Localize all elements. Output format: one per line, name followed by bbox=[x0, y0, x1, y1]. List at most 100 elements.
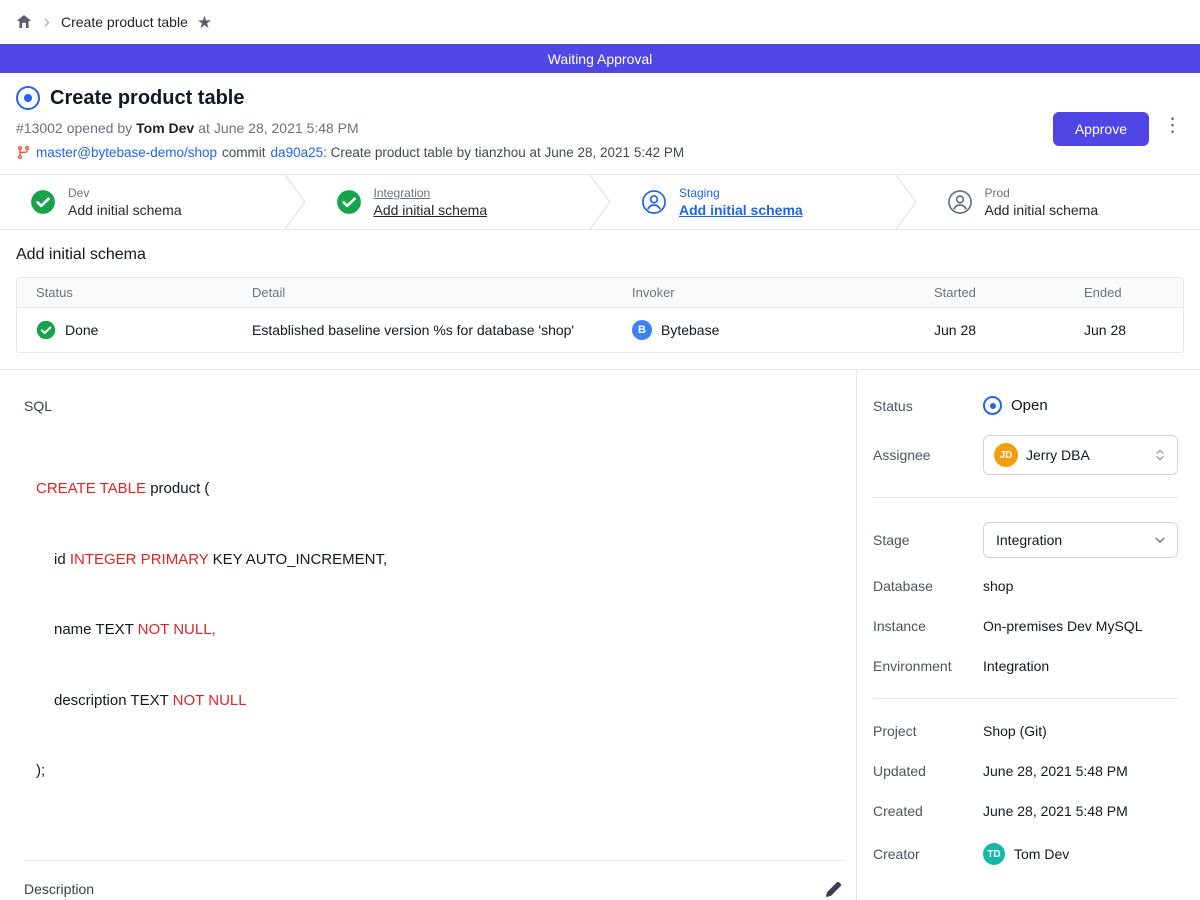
sql-line: CREATE TABLE product ( bbox=[36, 477, 844, 501]
commit-word: commit bbox=[222, 145, 266, 160]
stage-separator bbox=[895, 175, 917, 229]
creator-name: Tom Dev bbox=[1014, 846, 1069, 862]
section-divider bbox=[24, 860, 844, 861]
branch-link[interactable]: master@bytebase-demo/shop bbox=[36, 145, 217, 160]
assignee-select[interactable]: JD Jerry DBA bbox=[983, 435, 1178, 475]
project-value: Shop (Git) bbox=[983, 723, 1047, 739]
instance-label: Instance bbox=[873, 618, 983, 634]
git-branch-icon bbox=[16, 145, 31, 160]
creator-avatar: TD bbox=[983, 843, 1005, 865]
stage-separator bbox=[284, 175, 306, 229]
issue-meta: #13002 opened by Tom Dev at June 28, 202… bbox=[16, 120, 684, 136]
stage-name[interactable]: Integration bbox=[374, 186, 488, 200]
stage-task-link[interactable]: Add initial schema bbox=[374, 202, 488, 218]
environment-row: Environment Integration bbox=[873, 658, 1178, 674]
status-value: Open bbox=[1011, 397, 1048, 414]
task-status-cell: Done bbox=[17, 320, 233, 340]
star-icon[interactable] bbox=[197, 14, 212, 31]
description-label: Description bbox=[24, 881, 94, 897]
column-header-started: Started bbox=[915, 285, 1065, 300]
stage-label: Stage bbox=[873, 532, 983, 548]
pending-person-icon bbox=[947, 189, 973, 215]
sql-line: name TEXT NOT NULL, bbox=[36, 618, 844, 642]
updated-label: Updated bbox=[873, 763, 983, 779]
opened-at-timestamp: June 28, 2021 5:48 PM bbox=[214, 120, 359, 136]
assignee-avatar: JD bbox=[994, 443, 1018, 467]
pipeline-stage-integration[interactable]: Integration Add initial schema bbox=[306, 175, 590, 229]
stage-separator bbox=[589, 175, 611, 229]
bytebase-issue-page: Create product table Waiting Approval Cr… bbox=[0, 0, 1200, 900]
kebab-menu-icon[interactable] bbox=[1161, 112, 1184, 139]
task-ended-cell: Jun 28 bbox=[1065, 322, 1183, 338]
sql-line: description TEXT NOT NULL bbox=[36, 689, 844, 713]
commit-message: : Create product table by tianzhou at Ju… bbox=[323, 145, 684, 160]
issue-author: Tom Dev bbox=[136, 120, 194, 136]
issue-actions: Approve bbox=[1053, 86, 1184, 160]
assignee-label: Assignee bbox=[873, 447, 983, 463]
approval-banner: Waiting Approval bbox=[0, 44, 1200, 73]
task-table: Status Detail Invoker Started Ended Done… bbox=[16, 277, 1184, 353]
check-circle-icon bbox=[30, 189, 56, 215]
commit-info: master@bytebase-demo/shop commit da90a25… bbox=[16, 145, 684, 160]
created-label: Created bbox=[873, 803, 983, 819]
bytebase-avatar: B bbox=[632, 320, 652, 340]
status-row: Status Open bbox=[873, 396, 1178, 415]
stage-task-link[interactable]: Add initial schema bbox=[68, 202, 182, 218]
chevron-down-icon bbox=[1153, 533, 1167, 547]
database-row: Database shop bbox=[873, 578, 1178, 594]
commit-hash-link[interactable]: da90a25 bbox=[271, 145, 324, 160]
sql-line: ); bbox=[36, 759, 844, 783]
stage-task-link[interactable]: Add initial schema bbox=[679, 202, 803, 218]
environment-label: Environment bbox=[873, 658, 983, 674]
status-label: Status bbox=[873, 398, 983, 414]
open-status-icon bbox=[983, 396, 1002, 415]
table-row: Done Established baseline version %s for… bbox=[17, 308, 1183, 352]
at-text: at bbox=[198, 120, 210, 136]
task-table-header: Status Detail Invoker Started Ended bbox=[17, 278, 1183, 308]
assignee-person-icon bbox=[641, 189, 667, 215]
stage-name: Prod bbox=[985, 186, 1099, 200]
instance-value: On-premises Dev MySQL bbox=[983, 618, 1142, 634]
stage-task-link[interactable]: Add initial schema bbox=[985, 202, 1099, 218]
column-header-detail: Detail bbox=[233, 285, 613, 300]
home-icon[interactable] bbox=[16, 14, 32, 30]
issue-sidebar: Status Open Assignee JD Jerry DBA bbox=[856, 370, 1200, 900]
up-down-chevrons-icon bbox=[1153, 448, 1167, 462]
task-section-title: Add initial schema bbox=[0, 246, 1200, 264]
updated-value: June 28, 2021 5:48 PM bbox=[983, 763, 1128, 779]
opened-by-text: opened by bbox=[67, 120, 132, 136]
pipeline-stages: Dev Add initial schema Integration Add i… bbox=[0, 174, 1200, 230]
stage-name[interactable]: Staging bbox=[679, 186, 803, 200]
task-started-cell: Jun 28 bbox=[915, 322, 1065, 338]
pipeline-stage-prod[interactable]: Prod Add initial schema bbox=[917, 175, 1200, 229]
issue-id: #13002 bbox=[16, 120, 63, 136]
sql-section-label: SQL bbox=[24, 398, 844, 414]
sql-line: id INTEGER PRIMARY KEY AUTO_INCREMENT, bbox=[36, 548, 844, 572]
pipeline-stage-staging[interactable]: Staging Add initial schema bbox=[611, 175, 895, 229]
edit-description-button[interactable] bbox=[823, 879, 844, 900]
created-row: Created June 28, 2021 5:48 PM bbox=[873, 803, 1178, 819]
chevron-right-icon bbox=[41, 17, 52, 28]
stage-select[interactable]: Integration bbox=[983, 522, 1178, 558]
sidebar-divider bbox=[873, 698, 1178, 699]
column-header-status: Status bbox=[17, 285, 233, 300]
pipeline-stage-dev[interactable]: Dev Add initial schema bbox=[0, 175, 284, 229]
stage-row: Stage Integration bbox=[873, 522, 1178, 558]
breadcrumb-title[interactable]: Create product table bbox=[61, 14, 188, 30]
project-row: Project Shop (Git) bbox=[873, 723, 1178, 739]
environment-value: Integration bbox=[983, 658, 1049, 674]
issue-header: Create product table #13002 opened by To… bbox=[0, 73, 1200, 174]
database-label: Database bbox=[873, 578, 983, 594]
task-invoker-cell: B Bytebase bbox=[613, 320, 915, 340]
project-label: Project bbox=[873, 723, 983, 739]
approve-button[interactable]: Approve bbox=[1053, 112, 1149, 146]
breadcrumb: Create product table bbox=[0, 0, 1200, 44]
assignee-name: Jerry DBA bbox=[1026, 447, 1090, 463]
assignee-row: Assignee JD Jerry DBA bbox=[873, 435, 1178, 475]
main-content: SQL CREATE TABLE product ( id INTEGER PR… bbox=[0, 369, 1200, 900]
sql-code-block: CREATE TABLE product ( id INTEGER PRIMAR… bbox=[36, 430, 844, 830]
column-header-ended: Ended bbox=[1065, 285, 1183, 300]
updated-row: Updated June 28, 2021 5:48 PM bbox=[873, 763, 1178, 779]
issue-header-main: Create product table #13002 opened by To… bbox=[16, 86, 684, 160]
creator-row: Creator TD Tom Dev bbox=[873, 843, 1178, 865]
